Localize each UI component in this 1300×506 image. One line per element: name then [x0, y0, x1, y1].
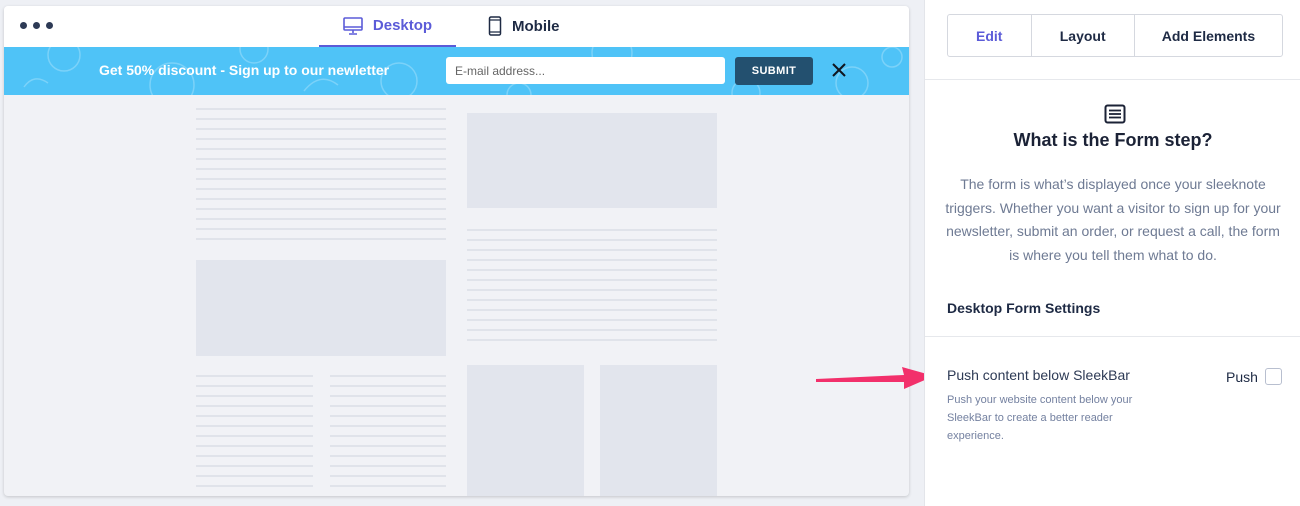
website-preview: Desktop Mobile Get 50% discount - Sign u…	[4, 6, 909, 496]
submit-button[interactable]: SUBMIT	[735, 57, 813, 85]
image-placeholder	[600, 365, 717, 496]
dot-icon	[33, 22, 40, 29]
preview-toolbar: Desktop Mobile	[4, 6, 909, 47]
tab-desktop[interactable]: Desktop	[319, 6, 456, 47]
push-content-description: Push your website content below your Sle…	[947, 394, 1133, 442]
tab-edit[interactable]: Edit	[948, 15, 1032, 56]
tab-mobile-label: Mobile	[512, 17, 560, 35]
tab-add-elements[interactable]: Add Elements	[1135, 15, 1282, 56]
mobile-phone-icon	[488, 16, 502, 36]
image-placeholder	[467, 113, 717, 208]
window-menu-dots[interactable]	[20, 22, 53, 29]
push-toggle-label: Push	[1226, 369, 1258, 385]
form-icon	[1104, 104, 1126, 124]
text-placeholder	[196, 375, 313, 495]
settings-panel: Edit Layout Add Elements What is the For…	[924, 0, 1300, 506]
divider	[925, 79, 1300, 80]
email-field[interactable]	[446, 57, 725, 84]
image-placeholder	[196, 260, 446, 356]
info-title: What is the Form step?	[1013, 130, 1213, 150]
section-title: Desktop Form Settings	[947, 300, 1101, 316]
dot-icon	[20, 22, 27, 29]
panel-tabs: Edit Layout Add Elements	[947, 14, 1283, 57]
image-placeholder	[467, 365, 584, 496]
tab-desktop-label: Desktop	[372, 17, 433, 34]
push-checkbox[interactable]	[1265, 368, 1282, 385]
text-placeholder	[330, 375, 446, 495]
tab-layout[interactable]: Layout	[1032, 15, 1135, 56]
tab-mobile[interactable]: Mobile	[488, 6, 560, 46]
dot-icon	[46, 22, 53, 29]
divider	[925, 336, 1300, 337]
sleekbar: Get 50% discount - Sign up to our newlet…	[4, 47, 909, 95]
close-icon[interactable]	[828, 59, 850, 81]
monitor-icon	[343, 16, 363, 35]
info-description: The form is what’s displayed once your s…	[945, 176, 1281, 263]
push-content-label: Push content below SleekBar	[947, 367, 1130, 383]
annotation-arrow	[816, 367, 934, 389]
text-placeholder	[467, 229, 717, 349]
text-placeholder	[196, 108, 446, 248]
sleekbar-headline: Get 50% discount - Sign up to our newlet…	[99, 62, 390, 78]
